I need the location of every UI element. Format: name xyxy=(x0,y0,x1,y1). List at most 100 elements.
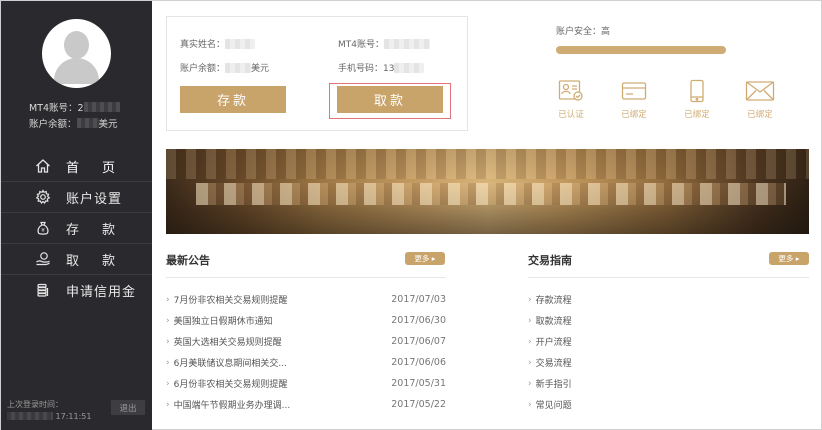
notice-text: 英国大选相关交易规则提醒 xyxy=(173,338,282,348)
coin-stack-icon xyxy=(37,283,49,297)
chevron-right-icon: › xyxy=(528,294,532,305)
promo-banner[interactable] xyxy=(166,149,809,234)
list-item[interactable]: › 中国端午节假期业务办理调... 2017/05/22 xyxy=(166,394,446,415)
notice-text: 6月美联储议息期间相关交... xyxy=(173,359,287,369)
banner-pixelated-text xyxy=(196,183,786,205)
list-item[interactable]: › 英国大选相关交易规则提醒 2017/06/07 xyxy=(166,331,446,352)
sidebar-balance-unit: 美元 xyxy=(98,119,118,130)
security-item-label: 已绑定 xyxy=(621,110,647,120)
notice-text: 美国独立日假期休市通知 xyxy=(173,317,273,327)
notice-text: 7月份非农相关交易规则提醒 xyxy=(173,296,288,306)
notice-date: 2017/06/30 xyxy=(391,315,446,326)
redacted-balance-value xyxy=(225,63,252,73)
real-name-label: 真实姓名： xyxy=(180,40,226,50)
phone-label: 手机号码： xyxy=(338,64,384,74)
envelope-icon xyxy=(745,81,775,101)
chevron-right-icon: › xyxy=(166,315,170,326)
sidebar-balance: 账户余额： 美元 xyxy=(29,116,118,130)
sidebar-item-deposit[interactable]: ¥ 存款 xyxy=(1,213,152,244)
notice-date: 2017/06/06 xyxy=(391,357,446,368)
chevron-right-icon: › xyxy=(166,399,170,410)
gear-icon xyxy=(35,189,51,204)
svg-text:¥: ¥ xyxy=(41,228,45,234)
chevron-right-icon: › xyxy=(528,399,532,410)
last-login-time-value: 17:11:51 xyxy=(55,412,92,421)
sidebar-item-home[interactable]: 首页 xyxy=(1,151,152,182)
guide-text: 存款流程 xyxy=(535,296,572,306)
list-item[interactable]: › 6月美联储议息期间相关交... 2017/06/06 xyxy=(166,352,446,373)
chevron-right-icon: › xyxy=(528,315,532,326)
security-level-bar xyxy=(556,46,726,54)
security-item-label: 已认证 xyxy=(558,110,584,120)
guide-text: 新手指引 xyxy=(535,380,572,390)
balance-field: 账户余额： 美元 xyxy=(180,61,269,74)
phone-icon xyxy=(690,79,704,103)
guide-title: 交易指南 xyxy=(528,254,572,267)
list-item[interactable]: › 7月份非农相关交易规则提醒 2017/07/03 xyxy=(166,289,446,310)
id-card-icon xyxy=(558,80,583,101)
deposit-button[interactable]: 存款 xyxy=(180,86,286,113)
security-item-bank-card[interactable]: 已绑定 xyxy=(614,79,654,120)
list-item[interactable]: › 开户流程 xyxy=(528,331,728,352)
list-item[interactable]: › 存款流程 xyxy=(528,289,728,310)
last-login-label: 上次登录时间： xyxy=(7,400,63,409)
notices-more-button[interactable]: 更多 ▸ xyxy=(405,252,445,265)
list-item[interactable]: › 交易流程 xyxy=(528,352,728,373)
notice-text: 中国端午节假期业务办理调... xyxy=(173,401,291,411)
notice-text: 6月份非农相关交易规则提醒 xyxy=(173,380,288,390)
sidebar-mt4-label: MT4账号：2 xyxy=(29,103,84,114)
chevron-right-icon: › xyxy=(166,378,170,389)
chevron-right-icon: › xyxy=(528,378,532,389)
guide-text: 交易流程 xyxy=(535,359,572,369)
security-item-phone[interactable]: 已绑定 xyxy=(677,79,717,120)
notice-date: 2017/07/03 xyxy=(391,294,446,305)
sidebar-item-withdraw[interactable]: 取款 xyxy=(1,244,152,275)
sidebar-item-credit[interactable]: 申请信用金 xyxy=(1,275,152,306)
balance-label: 账户余额： xyxy=(180,64,226,74)
notices-divider xyxy=(166,277,446,278)
notices-more-label: 更多 xyxy=(414,254,430,263)
redacted-real-name xyxy=(225,39,256,49)
security-item-label: 已绑定 xyxy=(747,110,773,120)
guide-text: 取款流程 xyxy=(535,317,572,327)
sidebar: MT4账号：2 账户余额： 美元 首页 账户设置 ¥ 存款 取款 申请信用金 上… xyxy=(1,1,152,430)
avatar[interactable] xyxy=(42,19,111,88)
redacted-phone xyxy=(394,63,425,73)
sidebar-mt4-account: MT4账号：2 xyxy=(29,100,120,114)
sidebar-item-label: 存款 xyxy=(66,222,139,238)
sidebar-nav: 首页 账户设置 ¥ 存款 取款 申请信用金 xyxy=(1,151,152,306)
chevron-right-icon: › xyxy=(166,294,170,305)
list-item[interactable]: › 新手指引 xyxy=(528,373,728,394)
home-icon xyxy=(36,159,50,173)
mt4-account-label: MT4账号： xyxy=(338,40,384,50)
app-window: MT4账号：2 账户余额： 美元 首页 账户设置 ¥ 存款 取款 申请信用金 上… xyxy=(0,0,822,430)
phone-prefix: 13 xyxy=(383,64,395,74)
hand-coin-icon xyxy=(36,252,50,266)
money-bag-icon: ¥ xyxy=(37,221,49,235)
sidebar-item-label: 申请信用金 xyxy=(66,285,137,300)
guide-more-button[interactable]: 更多 ▸ xyxy=(769,252,809,265)
list-item[interactable]: › 常见问题 xyxy=(528,394,728,415)
logout-button[interactable]: 退出 xyxy=(111,400,145,415)
guide-more-label: 更多 xyxy=(778,254,794,263)
withdraw-button[interactable]: 取款 xyxy=(337,86,443,113)
account-info-card: 真实姓名： MT4账号： 账户余额： 美元 手机号码：13 存款 取款 xyxy=(166,16,468,131)
redacted-account-number xyxy=(83,102,120,112)
list-item[interactable]: › 取款流程 xyxy=(528,310,728,331)
list-item[interactable]: › 美国独立日假期休市通知 2017/06/30 xyxy=(166,310,446,331)
sidebar-item-label: 首页 xyxy=(66,160,139,176)
sidebar-item-label: 账户设置 xyxy=(66,191,123,207)
notice-date: 2017/05/31 xyxy=(391,378,446,389)
guide-divider xyxy=(528,277,809,278)
security-item-id[interactable]: 已认证 xyxy=(551,79,591,120)
sidebar-item-account-settings[interactable]: 账户设置 xyxy=(1,182,152,213)
security-item-email[interactable]: 已绑定 xyxy=(740,79,780,120)
chevron-right-icon: › xyxy=(166,357,170,368)
mt4-account-field: MT4账号： xyxy=(338,37,430,50)
notices-title: 最新公告 xyxy=(166,254,210,267)
list-item[interactable]: › 6月份非农相关交易规则提醒 2017/05/31 xyxy=(166,373,446,394)
banner-pixelated-top xyxy=(166,149,809,179)
guide-text: 常见问题 xyxy=(535,401,572,411)
redacted-login-date xyxy=(7,412,53,420)
chevron-right-icon: › xyxy=(166,336,170,347)
